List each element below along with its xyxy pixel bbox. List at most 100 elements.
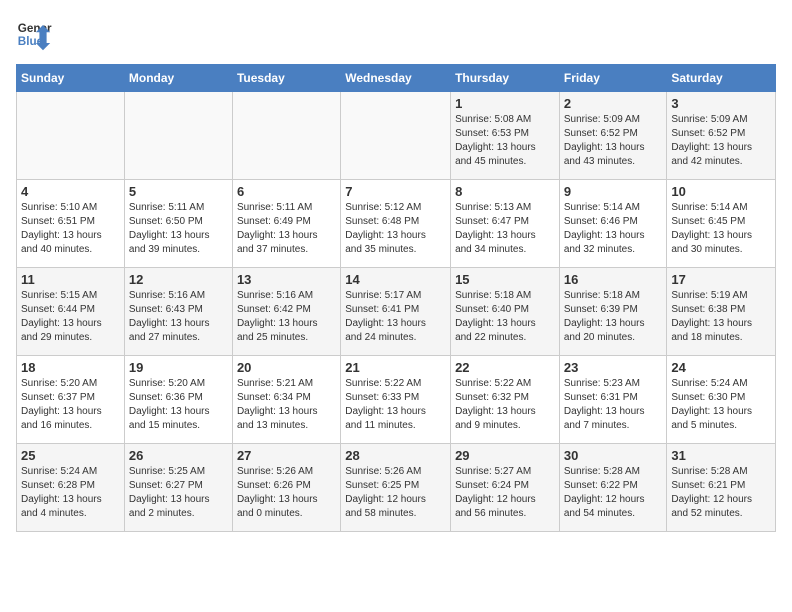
weekday-header-sunday: Sunday <box>17 65 125 92</box>
calendar-cell: 19 Sunrise: 5:20 AM Sunset: 6:36 PM Dayli… <box>124 356 232 444</box>
day-number: 11 <box>21 272 120 287</box>
day-number: 10 <box>671 184 771 199</box>
day-number: 12 <box>129 272 228 287</box>
day-number: 18 <box>21 360 120 375</box>
calendar-cell: 17 Sunrise: 5:19 AM Sunset: 6:38 PM Dayli… <box>667 268 776 356</box>
day-info: Sunrise: 5:25 AM Sunset: 6:27 PM Dayligh… <box>129 465 228 521</box>
day-number: 4 <box>21 184 120 199</box>
day-info: Sunrise: 5:15 AM Sunset: 6:44 PM Dayligh… <box>21 289 120 345</box>
calendar-cell: 7 Sunrise: 5:12 AM Sunset: 6:48 PM Daylig… <box>341 180 451 268</box>
calendar-cell: 29 Sunrise: 5:27 AM Sunset: 6:24 PM Dayli… <box>451 444 560 532</box>
calendar-cell: 20 Sunrise: 5:21 AM Sunset: 6:34 PM Dayli… <box>232 356 340 444</box>
calendar-cell <box>124 92 232 180</box>
calendar-cell: 10 Sunrise: 5:14 AM Sunset: 6:45 PM Dayli… <box>667 180 776 268</box>
calendar-cell: 11 Sunrise: 5:15 AM Sunset: 6:44 PM Dayli… <box>17 268 125 356</box>
calendar-cell: 15 Sunrise: 5:18 AM Sunset: 6:40 PM Dayli… <box>451 268 560 356</box>
weekday-header-thursday: Thursday <box>451 65 560 92</box>
day-number: 13 <box>237 272 336 287</box>
day-info: Sunrise: 5:26 AM Sunset: 6:26 PM Dayligh… <box>237 465 336 521</box>
day-number: 17 <box>671 272 771 287</box>
calendar-cell: 18Sunrise: 5:20 AM Sunset: 6:37 PM Dayli… <box>17 356 125 444</box>
weekday-header-tuesday: Tuesday <box>232 65 340 92</box>
calendar-cell <box>341 92 451 180</box>
day-info: Sunrise: 5:21 AM Sunset: 6:34 PM Dayligh… <box>237 377 336 433</box>
weekday-header-saturday: Saturday <box>667 65 776 92</box>
day-number: 14 <box>345 272 446 287</box>
calendar-cell <box>232 92 340 180</box>
calendar-cell: 28Sunrise: 5:26 AM Sunset: 6:25 PM Dayli… <box>341 444 451 532</box>
day-number: 29 <box>455 448 555 463</box>
weekday-header-friday: Friday <box>559 65 667 92</box>
calendar-cell: 30 Sunrise: 5:28 AM Sunset: 6:22 PM Dayli… <box>559 444 667 532</box>
page-header: General Blue <box>16 16 776 52</box>
day-info: Sunrise: 5:22 AM Sunset: 6:33 PM Dayligh… <box>345 377 446 433</box>
day-info: Sunrise: 5:16 AM Sunset: 6:43 PM Dayligh… <box>129 289 228 345</box>
day-info: Sunrise: 5:11 AM Sunset: 6:50 PM Dayligh… <box>129 201 228 257</box>
day-number: 27 <box>237 448 336 463</box>
calendar-cell: 22 Sunrise: 5:22 AM Sunset: 6:32 PM Dayli… <box>451 356 560 444</box>
calendar-cell: 8 Sunrise: 5:13 AM Sunset: 6:47 PM Daylig… <box>451 180 560 268</box>
weekday-header-wednesday: Wednesday <box>341 65 451 92</box>
day-number: 8 <box>455 184 555 199</box>
day-info: Sunrise: 5:14 AM Sunset: 6:46 PM Dayligh… <box>564 201 663 257</box>
day-info: Sunrise: 5:19 AM Sunset: 6:38 PM Dayligh… <box>671 289 771 345</box>
day-number: 30 <box>564 448 663 463</box>
calendar-cell: 6Sunrise: 5:11 AM Sunset: 6:49 PM Daylig… <box>232 180 340 268</box>
calendar-cell: 27 Sunrise: 5:26 AM Sunset: 6:26 PM Dayli… <box>232 444 340 532</box>
day-number: 16 <box>564 272 663 287</box>
day-info: Sunrise: 5:28 AM Sunset: 6:21 PM Dayligh… <box>671 465 771 521</box>
day-number: 7 <box>345 184 446 199</box>
calendar-cell: 3Sunrise: 5:09 AM Sunset: 6:52 PM Daylig… <box>667 92 776 180</box>
day-info: Sunrise: 5:18 AM Sunset: 6:40 PM Dayligh… <box>455 289 555 345</box>
day-number: 25 <box>21 448 120 463</box>
day-info: Sunrise: 5:13 AM Sunset: 6:47 PM Dayligh… <box>455 201 555 257</box>
calendar-cell: 23 Sunrise: 5:23 AM Sunset: 6:31 PM Dayli… <box>559 356 667 444</box>
day-info: Sunrise: 5:11 AM Sunset: 6:49 PM Dayligh… <box>237 201 336 257</box>
day-number: 9 <box>564 184 663 199</box>
svg-text:General: General <box>18 22 52 35</box>
day-info: Sunrise: 5:24 AM Sunset: 6:30 PM Dayligh… <box>671 377 771 433</box>
calendar-cell: 2 Sunrise: 5:09 AM Sunset: 6:52 PM Daylig… <box>559 92 667 180</box>
day-number: 23 <box>564 360 663 375</box>
day-number: 22 <box>455 360 555 375</box>
calendar-cell: 31Sunrise: 5:28 AM Sunset: 6:21 PM Dayli… <box>667 444 776 532</box>
day-info: Sunrise: 5:22 AM Sunset: 6:32 PM Dayligh… <box>455 377 555 433</box>
logo: General Blue <box>16 16 52 52</box>
day-info: Sunrise: 5:24 AM Sunset: 6:28 PM Dayligh… <box>21 465 120 521</box>
day-number: 21 <box>345 360 446 375</box>
calendar-cell <box>17 92 125 180</box>
calendar-cell: 1Sunrise: 5:08 AM Sunset: 6:53 PM Daylig… <box>451 92 560 180</box>
day-info: Sunrise: 5:23 AM Sunset: 6:31 PM Dayligh… <box>564 377 663 433</box>
day-number: 26 <box>129 448 228 463</box>
day-info: Sunrise: 5:08 AM Sunset: 6:53 PM Dayligh… <box>455 113 555 169</box>
day-info: Sunrise: 5:28 AM Sunset: 6:22 PM Dayligh… <box>564 465 663 521</box>
calendar-cell: 9 Sunrise: 5:14 AM Sunset: 6:46 PM Daylig… <box>559 180 667 268</box>
calendar-cell: 13 Sunrise: 5:16 AM Sunset: 6:42 PM Dayli… <box>232 268 340 356</box>
calendar-cell: 24 Sunrise: 5:24 AM Sunset: 6:30 PM Dayli… <box>667 356 776 444</box>
calendar-cell: 14 Sunrise: 5:17 AM Sunset: 6:41 PM Dayli… <box>341 268 451 356</box>
day-info: Sunrise: 5:16 AM Sunset: 6:42 PM Dayligh… <box>237 289 336 345</box>
logo-icon: General Blue <box>16 16 52 52</box>
day-number: 19 <box>129 360 228 375</box>
calendar-cell: 16 Sunrise: 5:18 AM Sunset: 6:39 PM Dayli… <box>559 268 667 356</box>
day-info: Sunrise: 5:09 AM Sunset: 6:52 PM Dayligh… <box>671 113 771 169</box>
day-info: Sunrise: 5:20 AM Sunset: 6:36 PM Dayligh… <box>129 377 228 433</box>
calendar-cell: 12 Sunrise: 5:16 AM Sunset: 6:43 PM Dayli… <box>124 268 232 356</box>
calendar-cell: 4Sunrise: 5:10 AM Sunset: 6:51 PM Daylig… <box>17 180 125 268</box>
day-number: 2 <box>564 96 663 111</box>
day-number: 24 <box>671 360 771 375</box>
day-number: 20 <box>237 360 336 375</box>
calendar-cell: 21 Sunrise: 5:22 AM Sunset: 6:33 PM Dayli… <box>341 356 451 444</box>
calendar-cell: 5Sunrise: 5:11 AM Sunset: 6:50 PM Daylig… <box>124 180 232 268</box>
day-number: 15 <box>455 272 555 287</box>
day-info: Sunrise: 5:27 AM Sunset: 6:24 PM Dayligh… <box>455 465 555 521</box>
weekday-header-monday: Monday <box>124 65 232 92</box>
day-info: Sunrise: 5:17 AM Sunset: 6:41 PM Dayligh… <box>345 289 446 345</box>
day-info: Sunrise: 5:14 AM Sunset: 6:45 PM Dayligh… <box>671 201 771 257</box>
day-info: Sunrise: 5:26 AM Sunset: 6:25 PM Dayligh… <box>345 465 446 521</box>
calendar-table: SundayMondayTuesdayWednesdayThursdayFrid… <box>16 64 776 532</box>
calendar-cell: 25 Sunrise: 5:24 AM Sunset: 6:28 PM Dayli… <box>17 444 125 532</box>
day-info: Sunrise: 5:12 AM Sunset: 6:48 PM Dayligh… <box>345 201 446 257</box>
day-info: Sunrise: 5:18 AM Sunset: 6:39 PM Dayligh… <box>564 289 663 345</box>
day-info: Sunrise: 5:09 AM Sunset: 6:52 PM Dayligh… <box>564 113 663 169</box>
